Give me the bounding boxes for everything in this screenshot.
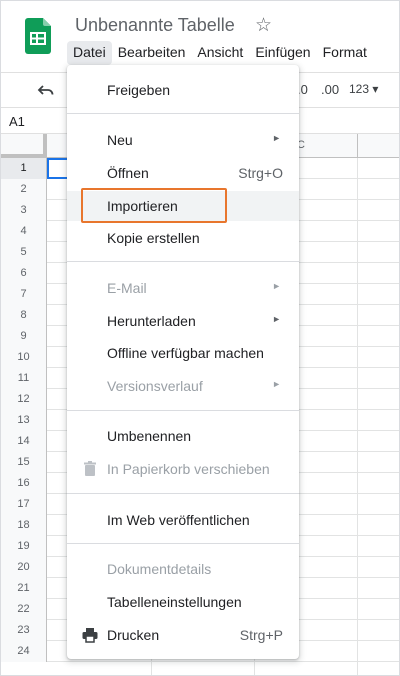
trash-icon — [84, 461, 96, 476]
menu-item-offline[interactable]: Offline verfügbar machen — [67, 339, 299, 367]
menu-divider — [67, 113, 299, 114]
menu-item-label: Kopie erstellen — [107, 230, 200, 246]
menu-item-new[interactable]: Neu ► — [67, 126, 299, 154]
app-window: Unbenannte Tabelle ☆ Datei Bearbeiten An… — [0, 0, 400, 676]
menu-ansicht[interactable]: Ansicht — [191, 41, 249, 65]
menu-divider — [67, 493, 299, 494]
menu-item-open[interactable]: Öffnen Strg+O — [67, 159, 299, 187]
sheets-logo-icon[interactable] — [25, 18, 51, 54]
highlight-frame — [81, 188, 227, 223]
name-box[interactable]: A1 — [9, 114, 25, 129]
menu-item-label: Versionsverlauf — [107, 378, 203, 394]
row-header[interactable]: 18 — [1, 515, 47, 536]
menu-einfuegen[interactable]: Einfügen — [249, 41, 316, 65]
row-header[interactable]: 23 — [1, 620, 47, 641]
row-header[interactable]: 2 — [1, 179, 47, 200]
row-header[interactable]: 11 — [1, 368, 47, 389]
row-header[interactable]: 6 — [1, 263, 47, 284]
row-header[interactable]: 9 — [1, 326, 47, 347]
shortcut-label: Strg+O — [238, 165, 283, 181]
printer-icon — [82, 628, 98, 643]
file-menu: Freigeben Neu ► Öffnen Strg+O Importiere… — [67, 65, 299, 659]
menu-bar: Datei Bearbeiten Ansicht Einfügen Format — [67, 41, 373, 65]
menu-item-label: Öffnen — [107, 165, 149, 181]
menu-item-label: Neu — [107, 132, 133, 148]
menu-item-make-copy[interactable]: Kopie erstellen — [67, 224, 299, 252]
select-all-corner[interactable] — [1, 134, 47, 158]
row-header[interactable]: 19 — [1, 536, 47, 557]
column-divider[interactable] — [357, 134, 358, 158]
menu-item-download[interactable]: Herunterladen ► — [67, 307, 299, 335]
row-header[interactable]: 1 — [1, 158, 47, 179]
row-header[interactable]: 5 — [1, 242, 47, 263]
menu-divider — [67, 261, 299, 262]
submenu-arrow-icon: ► — [272, 133, 281, 143]
document-title[interactable]: Unbenannte Tabelle — [75, 15, 235, 36]
menu-item-print[interactable]: Drucken Strg+P — [67, 621, 299, 649]
menu-item-doc-details: Dokumentdetails — [67, 555, 299, 583]
menu-item-label: E-Mail — [107, 280, 147, 296]
menu-item-publish-web[interactable]: Im Web veröffentlichen — [67, 506, 299, 534]
menu-divider — [67, 543, 299, 544]
menu-item-label: Umbenennen — [107, 428, 192, 444]
row-header[interactable]: 4 — [1, 221, 47, 242]
menu-item-label: Drucken — [107, 627, 160, 643]
shortcut-label: Strg+P — [239, 627, 283, 643]
menu-item-label: Im Web veröffentlichen — [107, 512, 250, 528]
row-header[interactable]: 20 — [1, 557, 47, 578]
menu-divider — [67, 410, 299, 411]
menu-item-move-to-trash: In Papierkorb verschieben — [67, 455, 299, 483]
undo-icon[interactable] — [37, 81, 55, 99]
row-header[interactable]: 3 — [1, 200, 47, 221]
menu-item-label: In Papierkorb verschieben — [107, 461, 270, 477]
row-header[interactable]: 14 — [1, 431, 47, 452]
submenu-arrow-icon: ► — [272, 379, 281, 389]
menu-format[interactable]: Format — [317, 41, 373, 65]
submenu-arrow-icon: ► — [272, 314, 281, 324]
row-header[interactable]: 24 — [1, 641, 47, 662]
menu-bearbeiten[interactable]: Bearbeiten — [112, 41, 192, 65]
menu-item-rename[interactable]: Umbenennen — [67, 422, 299, 450]
menu-item-label: Tabelleneinstellungen — [107, 594, 242, 610]
row-header[interactable]: 12 — [1, 389, 47, 410]
menu-item-label: Offline verfügbar machen — [107, 345, 264, 361]
menu-item-spreadsheet-settings[interactable]: Tabelleneinstellungen — [67, 588, 299, 616]
menu-datei[interactable]: Datei — [67, 41, 112, 65]
row-header[interactable]: 17 — [1, 494, 47, 515]
menu-item-label: Dokumentdetails — [107, 561, 212, 577]
submenu-arrow-icon: ► — [272, 281, 281, 291]
menu-item-share[interactable]: Freigeben — [67, 76, 299, 104]
star-icon[interactable]: ☆ — [255, 14, 272, 37]
menu-item-version-history: Versionsverlauf ► — [67, 372, 299, 400]
menu-item-label: Freigeben — [107, 82, 171, 98]
row-header[interactable]: 8 — [1, 305, 47, 326]
increase-decimal-button[interactable]: .00 — [321, 82, 339, 97]
row-header[interactable]: 22 — [1, 599, 47, 620]
menu-item-label: Herunterladen — [107, 313, 196, 329]
number-format-dropdown[interactable]: 123 ▾ — [349, 82, 378, 96]
menu-item-email: E-Mail ► — [67, 274, 299, 302]
row-header[interactable]: 21 — [1, 578, 47, 599]
row-header[interactable]: 15 — [1, 452, 47, 473]
number-format-label: 123 — [349, 82, 370, 96]
row-header[interactable]: 16 — [1, 473, 47, 494]
row-header[interactable]: 7 — [1, 284, 47, 305]
row-header[interactable]: 10 — [1, 347, 47, 368]
row-header[interactable]: 13 — [1, 410, 47, 431]
